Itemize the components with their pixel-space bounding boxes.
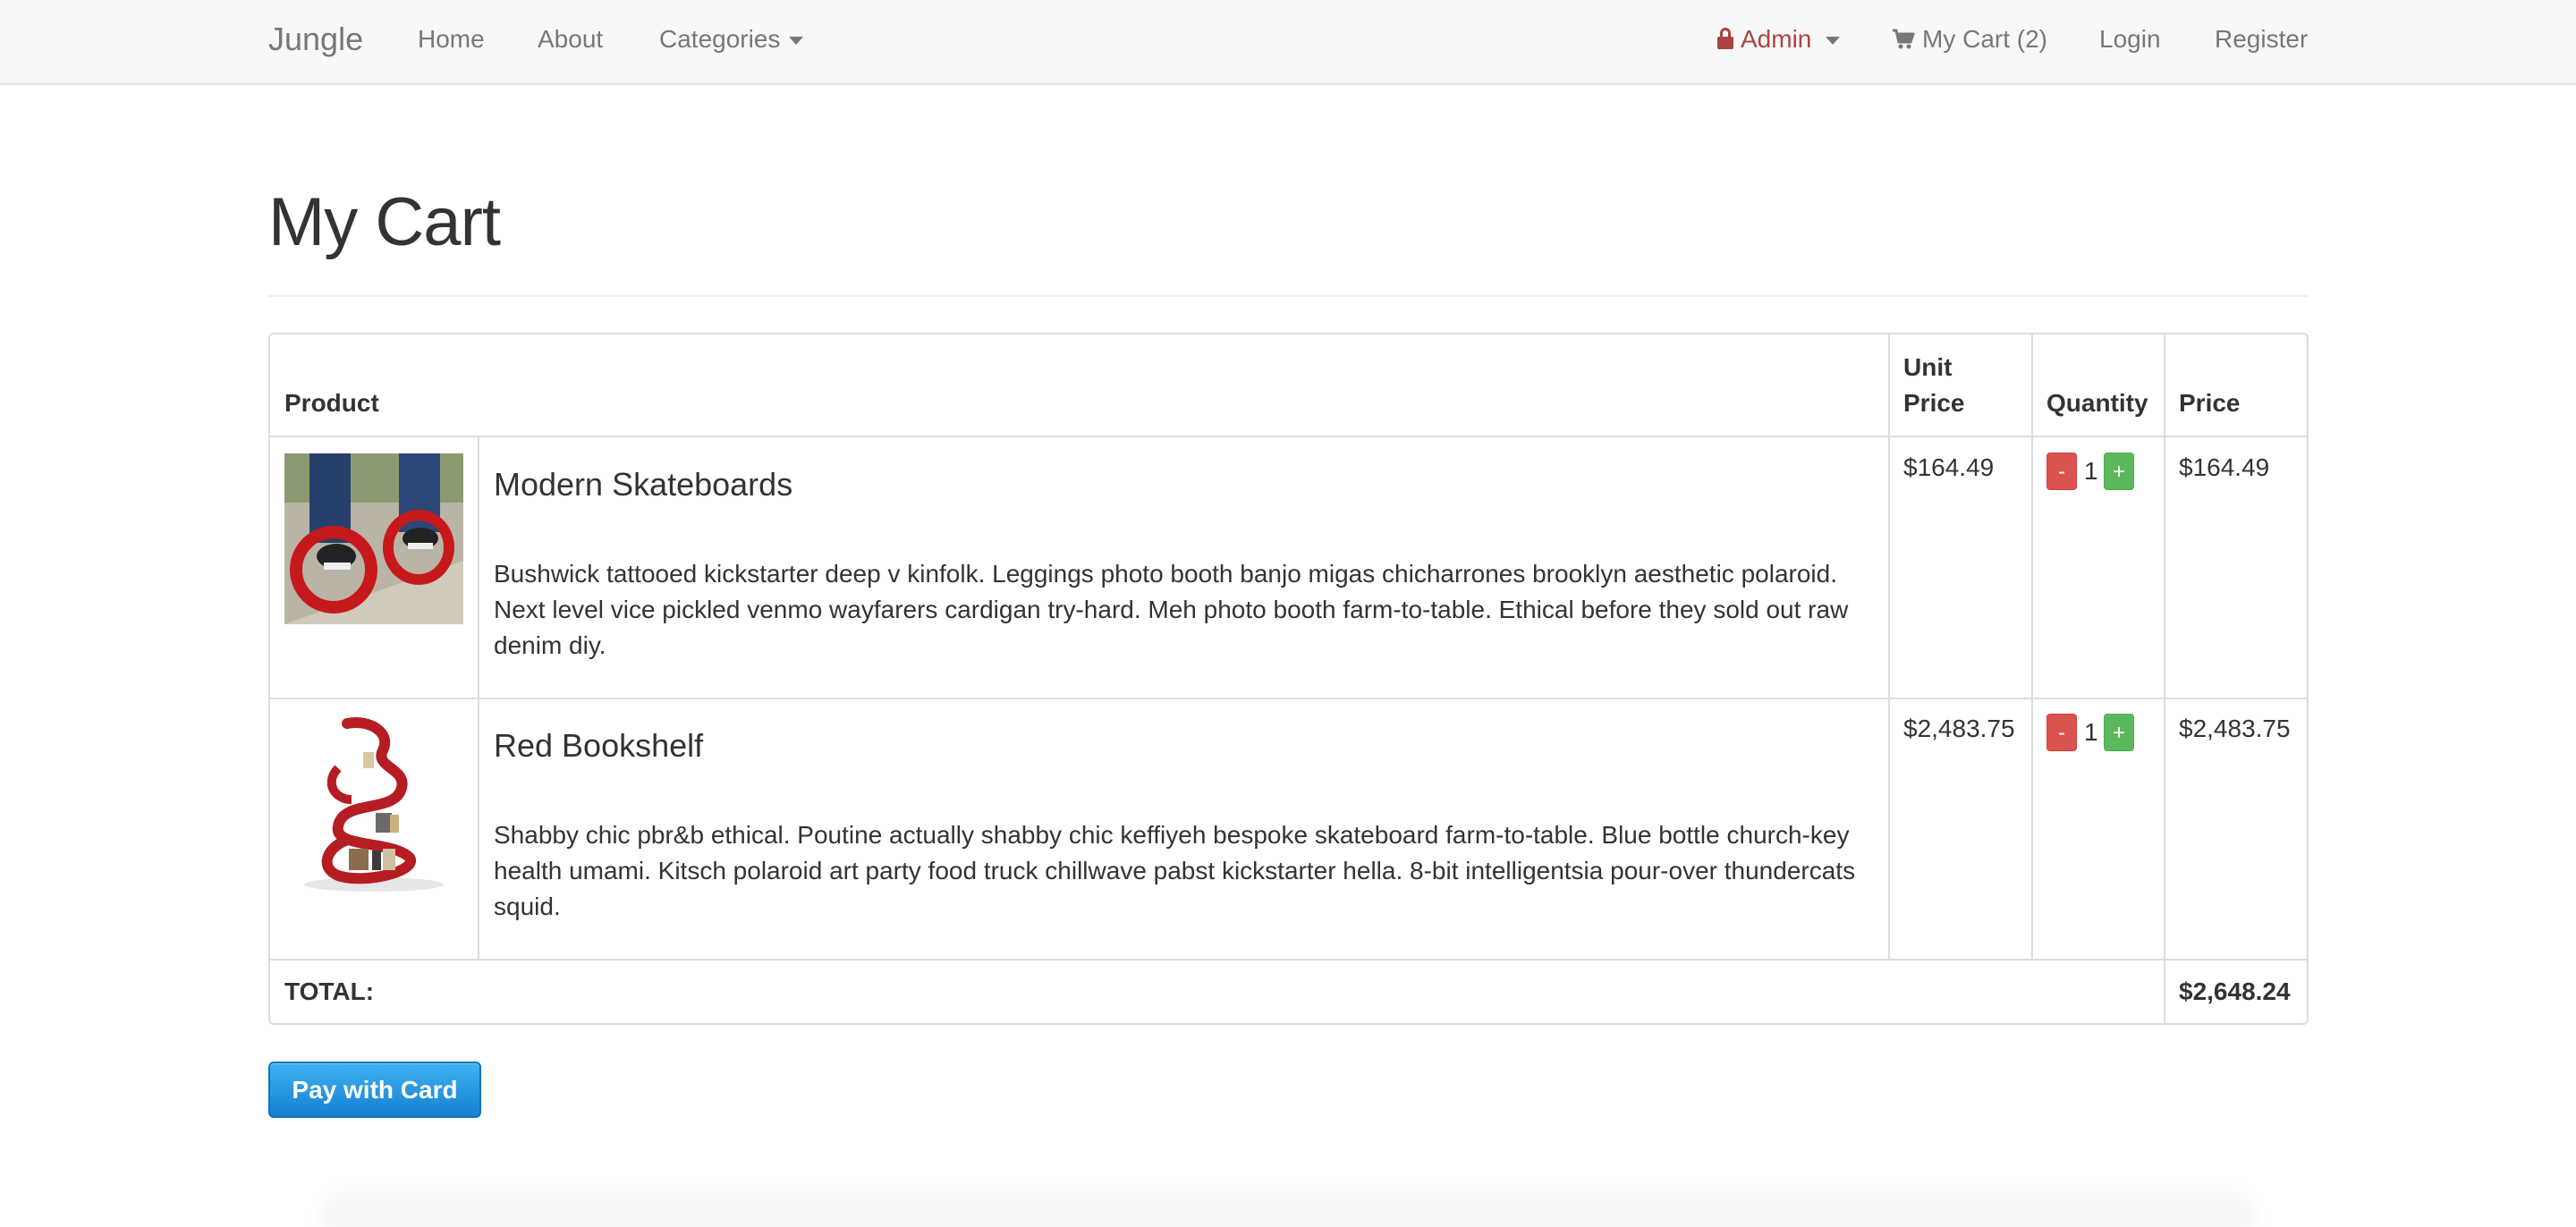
nav-admin-dropdown[interactable]: Admin bbox=[1717, 0, 1841, 79]
table-divider bbox=[2031, 334, 2033, 960]
header-quantity: Quantity bbox=[2046, 389, 2148, 417]
shopping-cart-icon bbox=[1893, 29, 1915, 49]
title-divider bbox=[268, 295, 2308, 297]
nav-categories-label: Categories bbox=[659, 25, 781, 53]
table-divider bbox=[270, 436, 2307, 437]
pay-with-card-button[interactable]: Pay with Card bbox=[268, 1062, 481, 1118]
unit-price: $164.49 bbox=[1903, 453, 1995, 481]
nav-home-link[interactable]: Home bbox=[418, 0, 485, 79]
total-label: TOTAL: bbox=[284, 977, 375, 1005]
lock-icon bbox=[1717, 28, 1733, 49]
nav-cart-label: My Cart (2) bbox=[1922, 25, 2047, 53]
table-row bbox=[284, 715, 463, 893]
header-price: Price bbox=[2179, 389, 2241, 417]
increase-quantity-button[interactable]: + bbox=[2104, 714, 2134, 751]
product-description: Bushwick tattooed kickstarter deep v kin… bbox=[494, 560, 1849, 659]
nav-register-link[interactable]: Register bbox=[2215, 0, 2308, 79]
table-divider bbox=[478, 436, 479, 960]
table-divider bbox=[270, 698, 2307, 699]
line-price: $164.49 bbox=[2179, 453, 2270, 481]
table-row bbox=[284, 453, 463, 624]
page-title: My Cart bbox=[268, 184, 501, 260]
header-unit-price: Unit Price bbox=[1903, 353, 1965, 417]
product-description: Shabby chic pbr&b ethical. Poutine actua… bbox=[494, 821, 1856, 920]
increase-quantity-button[interactable]: + bbox=[2104, 453, 2134, 490]
nav-admin-label: Admin bbox=[1741, 25, 1812, 53]
table-divider bbox=[270, 959, 2307, 960]
total-value: $2,648.24 bbox=[2179, 977, 2291, 1005]
quantity-value: 1 bbox=[2084, 718, 2098, 746]
nav-about-link[interactable]: About bbox=[538, 0, 603, 79]
decrease-quantity-button[interactable]: - bbox=[2046, 453, 2077, 490]
nav-cart-link[interactable]: My Cart (2) bbox=[1892, 0, 2047, 79]
decrease-quantity-button[interactable]: - bbox=[2046, 714, 2077, 751]
product-image-bookshelf bbox=[284, 715, 463, 893]
nav-login-link[interactable]: Login bbox=[2099, 0, 2161, 79]
product-name: Modern Skateboards bbox=[494, 466, 793, 503]
line-price: $2,483.75 bbox=[2179, 715, 2291, 742]
cart-table: Product Unit Price Quantity Price Modern… bbox=[268, 333, 2309, 1025]
chevron-down-icon bbox=[1826, 37, 1841, 46]
brand-link[interactable]: Jungle bbox=[268, 0, 363, 79]
table-divider bbox=[2164, 334, 2165, 1025]
chevron-down-icon bbox=[789, 37, 804, 46]
unit-price: $2,483.75 bbox=[1903, 715, 2015, 742]
product-name: Red Bookshelf bbox=[494, 727, 704, 764]
navbar: Jungle Home About Categories Admin My Ca… bbox=[0, 0, 2576, 85]
nav-categories-dropdown[interactable]: Categories bbox=[659, 0, 804, 79]
footer-shadow bbox=[322, 1180, 2254, 1227]
header-product: Product bbox=[284, 389, 379, 417]
quantity-value: 1 bbox=[2084, 457, 2098, 485]
product-image-skateboards bbox=[284, 453, 463, 624]
